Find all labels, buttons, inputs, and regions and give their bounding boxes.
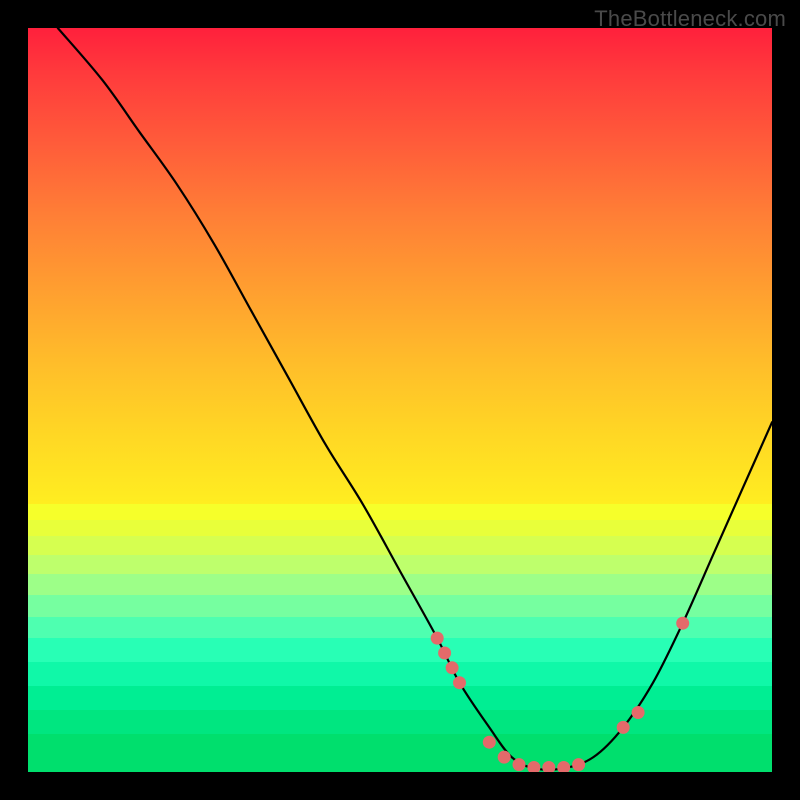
sample-marker — [446, 661, 459, 674]
sample-marker — [438, 647, 451, 660]
sample-marker — [617, 721, 630, 734]
sample-marker — [632, 706, 645, 719]
sample-marker — [572, 758, 585, 771]
sample-marker — [557, 761, 570, 772]
sample-markers-group — [431, 617, 690, 772]
sample-marker — [498, 751, 511, 764]
watermark: TheBottleneck.com — [594, 6, 786, 32]
sample-marker — [527, 761, 540, 772]
chart-plot-area — [28, 28, 772, 772]
sample-marker — [676, 617, 689, 630]
sample-marker — [483, 736, 496, 749]
sample-marker — [453, 676, 466, 689]
sample-marker — [542, 761, 555, 772]
chart-svg — [28, 28, 772, 772]
sample-marker — [431, 632, 444, 645]
bottleneck-curve — [58, 28, 772, 770]
sample-marker — [513, 758, 526, 771]
